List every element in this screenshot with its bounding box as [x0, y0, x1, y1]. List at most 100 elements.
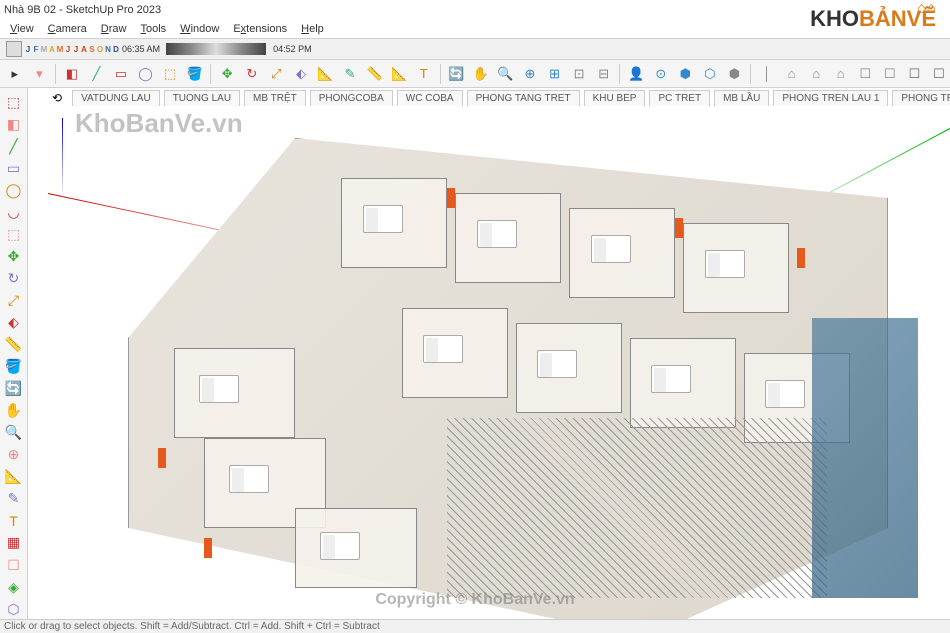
left-tool-20[interactable]: ▦	[3, 533, 25, 553]
left-tool-9[interactable]: ⤢	[3, 290, 25, 310]
model-canvas[interactable]	[28, 108, 950, 619]
month-J0[interactable]: J	[24, 42, 32, 56]
toolbar-icon-32[interactable]: ⌂	[830, 63, 852, 85]
left-tool-2[interactable]: ╱	[3, 136, 25, 156]
toolbar-icon-36[interactable]: ☐	[928, 63, 950, 85]
toolbar-icon-3[interactable]: ╱	[86, 63, 108, 85]
room	[402, 308, 508, 398]
month-D11[interactable]: D	[112, 42, 120, 56]
left-tool-19[interactable]: T	[3, 511, 25, 531]
toolbar-icon-23[interactable]: ⊟	[593, 63, 615, 85]
left-tool-6[interactable]: ⬚	[3, 224, 25, 244]
menu-view[interactable]: View	[10, 23, 34, 35]
left-tool-16[interactable]: ⊕	[3, 445, 25, 465]
left-tool-14[interactable]: ✋	[3, 401, 25, 421]
toolbar-icon-16[interactable]: T	[413, 63, 435, 85]
menu-help[interactable]: Help	[301, 23, 324, 35]
left-tool-18[interactable]: ✎	[3, 489, 25, 509]
toolbar-icon-7[interactable]: 🪣	[184, 63, 206, 85]
shadow-toggle-icon[interactable]	[6, 41, 22, 57]
left-tool-1[interactable]: ◧	[3, 114, 25, 134]
month-N10[interactable]: N	[104, 42, 112, 56]
toolbar-icon-33[interactable]: ☐	[854, 63, 876, 85]
scene-tab-6[interactable]: KHU BEP	[584, 90, 646, 106]
scene-tab-3[interactable]: PHONGCOBA	[310, 90, 393, 106]
toolbar-icon-22[interactable]: ⊡	[568, 63, 590, 85]
toolbar-icon-11[interactable]: ⬖	[290, 63, 312, 85]
toolbar-icon-31[interactable]: ⌂	[805, 63, 827, 85]
toolbar-icon-26[interactable]: ⬢	[675, 63, 697, 85]
toolbar-icon-18[interactable]: ✋	[470, 63, 492, 85]
menu-draw[interactable]: Draw	[101, 23, 127, 35]
scene-tab-10[interactable]: PHONG TREN LAU 2	[892, 90, 950, 106]
toolbar-icon-28[interactable]: ⬢	[724, 63, 746, 85]
toolbar-icon-27[interactable]: ⬡	[699, 63, 721, 85]
month-A7[interactable]: A	[80, 42, 88, 56]
toolbar-icon-6[interactable]: ⬚	[159, 63, 181, 85]
month-O9[interactable]: O	[96, 42, 104, 56]
toolbar-icon-14[interactable]: 📏	[364, 63, 386, 85]
floorplan-model[interactable]	[128, 138, 888, 619]
toolbar-icon-25[interactable]: ⊙	[650, 63, 672, 85]
scene-tab-1[interactable]: TUONG LAU	[164, 90, 240, 106]
toolbar-icon-34[interactable]: ☐	[879, 63, 901, 85]
toolbar-icon-17[interactable]: 🔄	[446, 63, 468, 85]
toolbar-icon-10[interactable]: ⤢	[266, 63, 288, 85]
scene-tab-0[interactable]: VATDUNG LAU	[72, 90, 160, 106]
toolbar-icon-2[interactable]: ◧	[61, 63, 83, 85]
toolbar-icon-29[interactable]: │	[756, 63, 778, 85]
toolbar-icon-0[interactable]: ▸	[4, 63, 26, 85]
month-strip[interactable]: JFMAMJJASOND	[24, 42, 120, 56]
toolbar-icon-21[interactable]: ⊞	[544, 63, 566, 85]
viewport: ⟲ VATDUNG LAUTUONG LAUMB TRỆTPHONGCOBAWC…	[28, 88, 950, 619]
toolbar-icon-9[interactable]: ↻	[241, 63, 263, 85]
time-slider[interactable]	[166, 43, 266, 55]
left-tool-3[interactable]: ▭	[3, 158, 25, 178]
menu-extensions[interactable]: Extensions	[233, 23, 287, 35]
left-tool-7[interactable]: ✥	[3, 246, 25, 266]
month-M2[interactable]: M	[40, 42, 48, 56]
left-tool-15[interactable]: 🔍	[3, 423, 25, 443]
menu-camera[interactable]: Camera	[48, 23, 87, 35]
month-F1[interactable]: F	[32, 42, 40, 56]
scene-reset-icon[interactable]: ⟲	[52, 91, 62, 105]
toolbar-icon-13[interactable]: ✎	[339, 63, 361, 85]
toolbar-icon-35[interactable]: ☐	[904, 63, 926, 85]
toolbar-icon-8[interactable]: ✥	[216, 63, 238, 85]
toolbar-icon-15[interactable]: 📐	[388, 63, 410, 85]
toolbar-icon-19[interactable]: 🔍	[495, 63, 517, 85]
toolbar-icon-20[interactable]: ⊕	[519, 63, 541, 85]
toolbar-icon-12[interactable]: 📐	[315, 63, 337, 85]
toolbar-icon-5[interactable]: ◯	[135, 63, 157, 85]
scene-tab-7[interactable]: PC TRET	[649, 90, 710, 106]
toolbar-icon-4[interactable]: ▭	[110, 63, 132, 85]
logo-roof-icon: ⌂⌂	[917, 0, 936, 18]
left-tool-8[interactable]: ↻	[3, 268, 25, 288]
left-tool-13[interactable]: 🔄	[3, 379, 25, 399]
month-A3[interactable]: A	[48, 42, 56, 56]
menu-tools[interactable]: Tools	[140, 23, 166, 35]
toolbar-icon-1[interactable]: ▾	[29, 63, 51, 85]
toolbar-icon-24[interactable]: 👤	[625, 63, 647, 85]
scene-tab-8[interactable]: MB LẦU	[714, 90, 769, 106]
month-M4[interactable]: M	[56, 42, 64, 56]
scene-tab-4[interactable]: WC COBA	[397, 90, 463, 106]
scene-tab-5[interactable]: PHONG TANG TRET	[467, 90, 580, 106]
left-tool-21[interactable]: ☐	[3, 555, 25, 575]
left-tool-5[interactable]: ◡	[3, 202, 25, 222]
left-tool-4[interactable]: ◯	[3, 180, 25, 200]
month-J6[interactable]: J	[72, 42, 80, 56]
left-tool-12[interactable]: 🪣	[3, 357, 25, 377]
scene-tab-9[interactable]: PHONG TREN LAU 1	[773, 90, 888, 106]
month-J5[interactable]: J	[64, 42, 72, 56]
left-tool-17[interactable]: 📐	[3, 467, 25, 487]
toolbar-icon-30[interactable]: ⌂	[781, 63, 803, 85]
left-tool-10[interactable]: ⬖	[3, 312, 25, 332]
month-S8[interactable]: S	[88, 42, 96, 56]
scene-tab-2[interactable]: MB TRỆT	[244, 90, 306, 106]
left-tool-0[interactable]: ⬚	[3, 92, 25, 112]
left-tool-23[interactable]: ⬡	[3, 599, 25, 619]
left-tool-22[interactable]: ◈	[3, 577, 25, 597]
left-tool-11[interactable]: 📏	[3, 335, 25, 355]
menu-window[interactable]: Window	[180, 23, 219, 35]
